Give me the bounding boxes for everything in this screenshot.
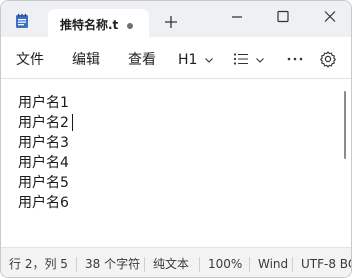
editor-line: 用户名2 [18,115,69,131]
notepad-icon [16,13,28,28]
unsaved-indicator-icon[interactable] [127,23,133,29]
menu-file[interactable]: 文件 [16,51,44,69]
vertical-scrollbar[interactable] [344,91,346,159]
chevron-down-icon [205,58,213,63]
editor-line: 用户名1 [18,95,69,111]
file-format[interactable]: 纯文本 [153,257,189,272]
text-caret [72,114,73,131]
menu-edit[interactable]: 编辑 [72,51,100,69]
notepad-window: 推特名称.t 文件 编辑 查看 H1 用户名1 用户名2 用户名3 用户名4 用… [0,0,352,278]
encoding[interactable]: UTF-8 BO [301,257,351,272]
line-ending[interactable]: Wind [258,257,288,272]
title-bar: 推特名称.t [1,1,351,39]
heading-dropdown[interactable]: H1 [178,50,218,70]
bullet-list-icon [233,53,248,65]
status-divider [292,257,293,272]
chevron-down-icon [256,58,264,63]
character-count: 38 个字符 [85,257,141,271]
editor-line: 用户名5 [18,175,69,191]
editor-line: 用户名6 [18,195,69,211]
cursor-position: 行 2，列 5 [9,257,68,271]
menu-bar: 文件 编辑 查看 H1 [1,39,351,79]
minimize-icon[interactable] [222,7,252,27]
heading-label: H1 [178,52,198,68]
menu-view[interactable]: 查看 [128,51,156,69]
plus-icon[interactable] [163,14,179,30]
status-divider [249,257,250,272]
maximize-icon[interactable] [268,7,298,27]
close-icon[interactable] [315,7,345,27]
status-bar: 行 2，列 5 38 个字符 纯文本 100% Wind UTF-8 BO [1,247,351,277]
text-editor[interactable]: 用户名1 用户名2 用户名3 用户名4 用户名5 用户名6 [1,80,351,246]
status-divider [199,257,200,272]
tab-document[interactable]: 推特名称.t [48,9,149,39]
more-icon[interactable] [286,52,304,66]
gear-icon[interactable] [319,50,337,68]
tab-title: 推特名称.t [60,18,119,32]
status-divider [76,257,77,272]
list-dropdown[interactable] [233,50,273,70]
editor-line: 用户名4 [18,155,69,171]
zoom-level[interactable]: 100% [208,257,242,272]
editor-line: 用户名3 [18,135,69,151]
status-divider [144,257,145,272]
